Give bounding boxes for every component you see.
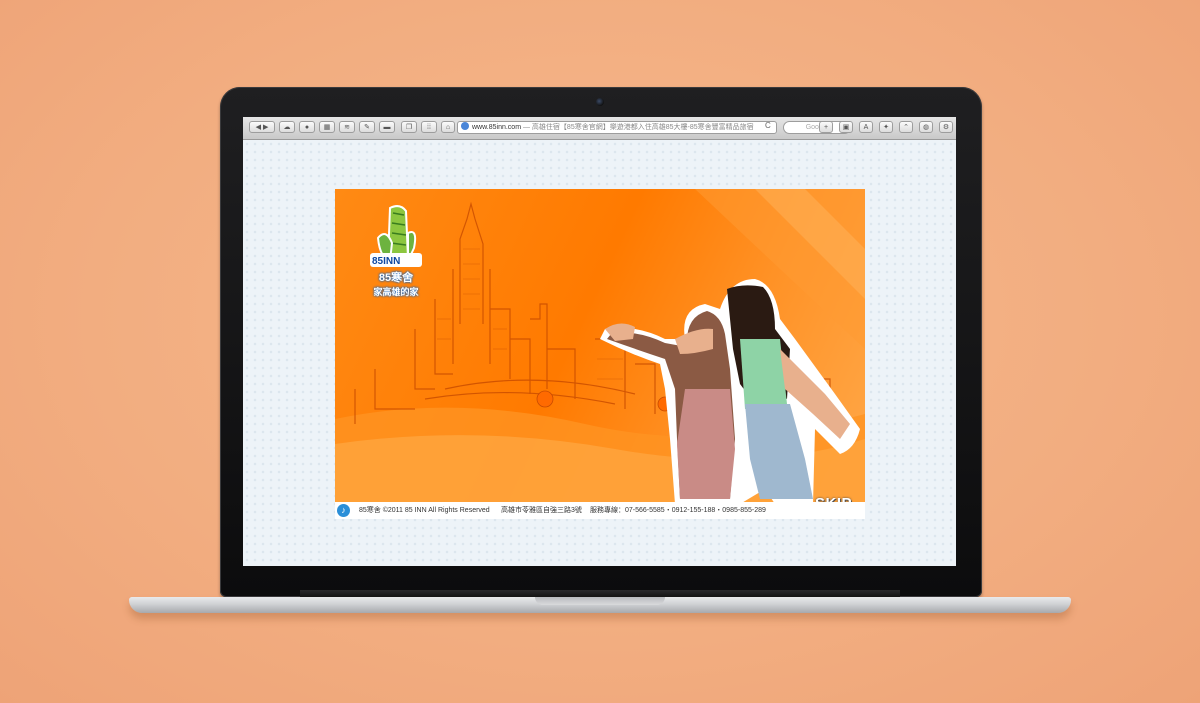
- reader-icon[interactable]: ●: [299, 121, 315, 133]
- translate-icon[interactable]: A: [859, 121, 873, 133]
- address-text: 高雄市苓雅區自強三路3號: [501, 507, 582, 514]
- top-sites-icon[interactable]: ⁞⁞: [421, 121, 437, 133]
- logo-slogan: 家高雄的家: [373, 287, 419, 297]
- browser-toolbar: ◀ ▶ ☁ ● ▦ ≋ ✎ ▬ ❐ ⁞⁞ ⌂ www.85inn.com — 高…: [243, 117, 956, 140]
- site-logo[interactable]: 85INN 85寒舍 家高雄的家: [360, 203, 432, 313]
- laptop-notch: [535, 597, 665, 605]
- download-icon[interactable]: ▬: [379, 121, 395, 133]
- back-icon[interactable]: ◀: [256, 124, 261, 131]
- bookmarks-icon[interactable]: ❐: [401, 121, 417, 133]
- globe-icon: [461, 122, 469, 130]
- laptop-screen: ◀ ▶ ☁ ● ▦ ≋ ✎ ▬ ❐ ⁞⁞ ⌂ www.85inn.com — 高…: [243, 117, 956, 566]
- webcam: [596, 98, 604, 106]
- address-bar[interactable]: www.85inn.com — 高雄住宿【85寒舍官網】樂遊港都入住高雄85大樓…: [457, 121, 777, 134]
- url-text: www.85inn.com: [472, 124, 522, 131]
- edit-icon[interactable]: ✎: [359, 121, 375, 133]
- back-forward-buttons[interactable]: ◀ ▶: [249, 121, 275, 133]
- globe-button-icon[interactable]: ◍: [919, 121, 933, 133]
- music-note-icon[interactable]: ♪: [337, 504, 350, 517]
- rss-icon[interactable]: ≋: [339, 121, 355, 133]
- logo-name: 85寒舍: [378, 272, 414, 284]
- add-tab-icon[interactable]: +: [819, 121, 833, 133]
- logo-brand: 85INN: [372, 256, 401, 267]
- copyright-text: 85寒舍 ©2011 85 INN All Rights Reserved: [359, 507, 490, 514]
- screenshot-icon[interactable]: ▣: [839, 121, 853, 133]
- cloud-icon[interactable]: ☁: [279, 121, 295, 133]
- expand-icon[interactable]: ⌃: [899, 121, 913, 133]
- forward-icon[interactable]: ▶: [263, 124, 268, 131]
- phone-text: 服務專線：07-566-5585・0912-155-188・0985-855-2…: [590, 507, 766, 514]
- qr-icon[interactable]: ▦: [319, 121, 335, 133]
- settings-icon[interactable]: ⚙: [939, 121, 953, 133]
- hero-banner[interactable]: 85INN 85寒舍 家高雄的家 SKIP: [335, 189, 865, 519]
- home-icon[interactable]: ⌂: [441, 121, 455, 133]
- reload-icon[interactable]: C: [765, 121, 771, 130]
- site-footer: ♪ 85寒舍 ©2011 85 INN All Rights Reserved …: [335, 502, 865, 519]
- wrench-icon[interactable]: ✦: [879, 121, 893, 133]
- page-title-text: — 高雄住宿【85寒舍官網】樂遊港都入住高雄85大樓-85寒舍豐富精品旅宿: [521, 124, 754, 131]
